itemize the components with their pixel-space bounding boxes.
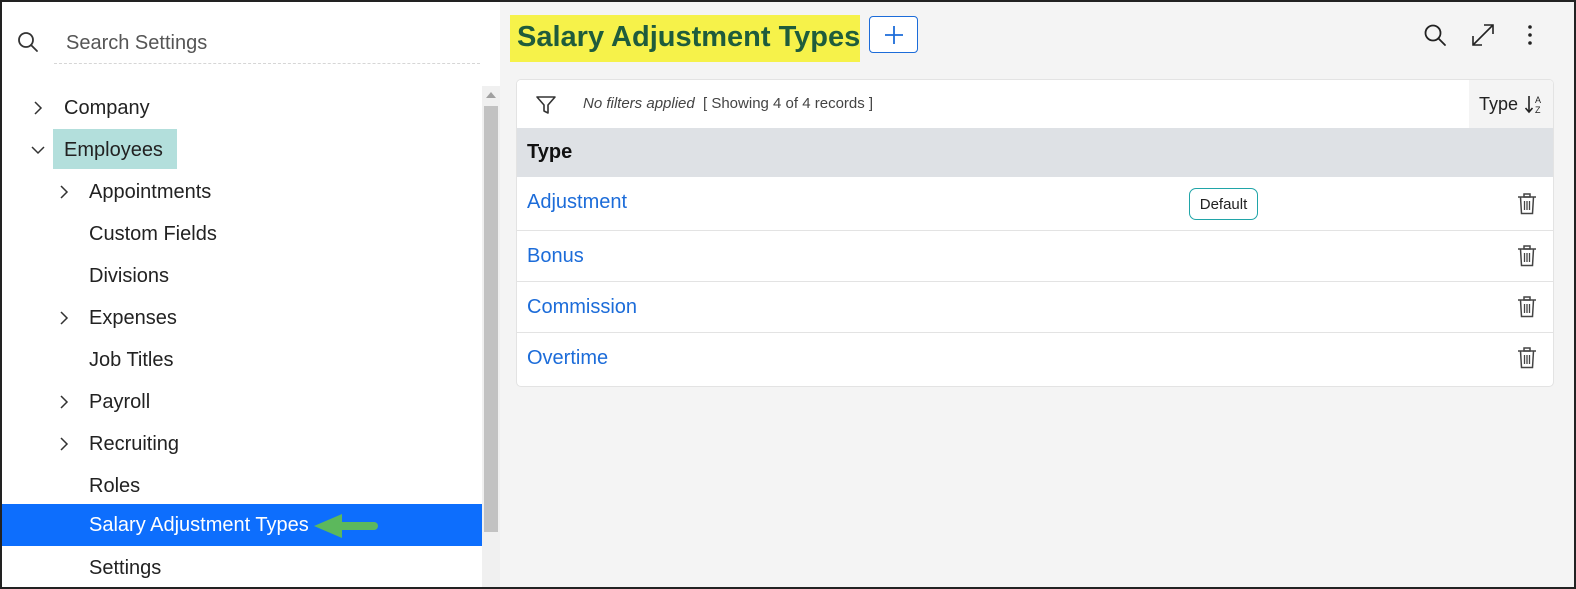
arrow-left-icon (314, 514, 378, 538)
chevron-right-icon[interactable] (30, 100, 46, 116)
column-header-type[interactable]: Type (527, 141, 572, 164)
tree-item-divisions[interactable]: Divisions (2, 255, 482, 297)
more-vertical-icon (1528, 25, 1532, 45)
table-toolbar: No filters applied [ Showing 4 of 4 reco… (517, 80, 1553, 128)
tree-item-label: Custom Fields (89, 222, 217, 245)
sidebar-scrollbar[interactable] (482, 86, 500, 587)
trash-icon[interactable] (1517, 296, 1537, 318)
trash-icon[interactable] (1517, 347, 1537, 369)
record-count: [ Showing 4 of 4 records ] (703, 95, 874, 112)
search-settings-input[interactable] (54, 24, 480, 64)
expand-button[interactable] (1470, 22, 1496, 48)
main-content: Salary Adjustment Types No filters appli… (500, 2, 1574, 587)
chevron-down-icon[interactable] (30, 142, 46, 158)
sort-label: Type (1479, 93, 1519, 114)
default-badge: Default (1189, 188, 1258, 220)
tree-item-label: Payroll (89, 390, 151, 413)
type-link[interactable]: Bonus (527, 245, 584, 268)
tree-item-job-titles[interactable]: Job Titles (2, 339, 482, 381)
trash-icon[interactable] (1517, 193, 1537, 215)
expand-icon (1472, 24, 1494, 46)
filter-icon[interactable] (535, 94, 557, 116)
app-window: Company Employees Appointments Custom Fi… (0, 0, 1576, 589)
header-search-button[interactable] (1422, 22, 1448, 48)
chevron-right-icon[interactable] (56, 184, 72, 200)
tree-item-label: Settings (89, 556, 162, 579)
settings-search (2, 18, 500, 68)
tree-item-label: Divisions (89, 264, 170, 287)
type-link[interactable]: Commission (527, 296, 637, 319)
sort-alpha-down-icon: A Z (1524, 95, 1541, 115)
tree-item-recruiting[interactable]: Recruiting (2, 423, 482, 465)
tree-item-employees[interactable]: Employees (2, 129, 482, 171)
types-table-card: No filters applied [ Showing 4 of 4 reco… (516, 79, 1554, 387)
tree-item-custom-fields[interactable]: Custom Fields (2, 213, 482, 255)
tree-item-label: Roles (89, 474, 141, 497)
tree-item-label: Company (64, 96, 150, 119)
tree-item-label: Job Titles (89, 348, 174, 371)
tree-item-label: Appointments (89, 180, 212, 203)
trash-icon[interactable] (1517, 245, 1537, 267)
scroll-thumb[interactable] (484, 106, 498, 532)
table-row: Commission (517, 281, 1553, 332)
tree-item-label: Recruiting (89, 432, 180, 455)
chevron-right-icon[interactable] (56, 394, 72, 410)
tree-item-label: Employees (64, 138, 163, 161)
search-icon (1424, 24, 1446, 46)
scroll-up-arrow-icon[interactable] (486, 92, 496, 98)
tree-item-roles[interactable]: Roles (2, 465, 482, 507)
tree-item-label: Expenses (89, 306, 177, 329)
chevron-right-icon[interactable] (56, 436, 72, 452)
svg-text:Z: Z (1535, 105, 1541, 115)
page-title: Salary Adjustment Types (517, 21, 861, 53)
svg-text:A: A (1535, 95, 1541, 105)
add-type-button[interactable] (869, 16, 918, 53)
filter-status: No filters applied (583, 95, 695, 112)
plus-icon (884, 25, 903, 44)
table-row: Overtime (517, 332, 1553, 386)
type-link[interactable]: Adjustment (527, 191, 627, 214)
tree-item-company[interactable]: Company (2, 87, 482, 129)
table-row: Adjustment Default (517, 177, 1553, 230)
table-row: Bonus (517, 230, 1553, 281)
tree-item-expenses[interactable]: Expenses (2, 297, 482, 339)
tree-item-label: Salary Adjustment Types (89, 513, 309, 536)
settings-tree: Company Employees Appointments Custom Fi… (2, 86, 482, 587)
more-options-button[interactable] (1517, 22, 1543, 48)
tree-item-payroll[interactable]: Payroll (2, 381, 482, 423)
tree-item-salary-adjustment-types[interactable]: Salary Adjustment Types (2, 504, 482, 546)
tree-item-appointments[interactable]: Appointments (2, 171, 482, 213)
search-icon[interactable] (16, 30, 40, 54)
tree-item-settings[interactable]: Settings (2, 547, 482, 587)
chevron-right-icon[interactable] (56, 310, 72, 326)
settings-sidebar: Company Employees Appointments Custom Fi… (2, 2, 500, 587)
type-link[interactable]: Overtime (527, 347, 608, 370)
table-header: Type (517, 128, 1553, 177)
sort-button[interactable]: Type A Z (1469, 80, 1553, 128)
